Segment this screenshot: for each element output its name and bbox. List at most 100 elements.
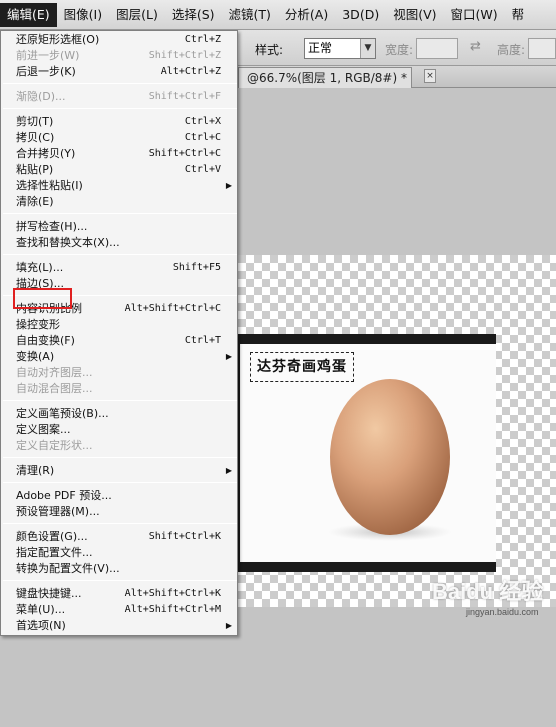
style-label: 样式: (255, 43, 284, 57)
submenu-arrow-icon: ▶ (225, 621, 232, 630)
menu-bar: 编辑(E) 图像(I) 图层(L) 选择(S) 滤镜(T) 分析(A) 3D(D… (0, 0, 556, 30)
width-input[interactable] (416, 38, 458, 59)
menu-item-preferences[interactable]: 首选项(N) ▶ (1, 618, 237, 634)
menu-item-label: 查找和替换文本(X)... (16, 236, 120, 249)
menu-item-define-custom-shape[interactable]: 定义自定形状... (1, 438, 237, 454)
menu-item-copy-merged[interactable]: 合并拷贝(Y) Shift+Ctrl+C (1, 146, 237, 162)
menu-item-label: Adobe PDF 预设... (16, 489, 112, 502)
menu-filter[interactable]: 滤镜(T) (222, 3, 278, 27)
width-label: 宽度: (385, 43, 414, 57)
menu-item-label: 拼写检查(H)... (16, 220, 88, 233)
menu-item-shortcut: Shift+Ctrl+Z (148, 50, 221, 61)
menu-item-label: 自动对齐图层... (16, 366, 93, 379)
menu-item-pdf-presets[interactable]: Adobe PDF 预设... (1, 488, 237, 504)
edit-menu: 还原矩形选框(O) Ctrl+Z 前进一步(W) Shift+Ctrl+Z 后退… (0, 30, 238, 636)
style-select-value: 正常 (308, 41, 333, 55)
menu-item-define-pattern[interactable]: 定义图案... (1, 422, 237, 438)
menu-layer[interactable]: 图层(L) (109, 3, 165, 27)
menu-item-shortcut: Ctrl+X (184, 116, 221, 127)
menu-item-step-forward[interactable]: 前进一步(W) Shift+Ctrl+Z (1, 48, 237, 64)
menu-item-step-backward[interactable]: 后退一步(K) Alt+Ctrl+Z (1, 64, 237, 80)
menu-item-shortcut: Alt+Ctrl+Z (160, 66, 221, 77)
menu-item-puppet-warp[interactable]: 操控变形 (1, 317, 237, 333)
menu-item-label: 自动混合图层... (16, 382, 93, 395)
menu-item-auto-blend[interactable]: 自动混合图层... (1, 381, 237, 397)
watermark-logo: Baidu 经验 (432, 579, 544, 604)
menu-window[interactable]: 窗口(W) (444, 3, 505, 27)
menu-item-label: 前进一步(W) (16, 49, 80, 62)
menu-item-purge[interactable]: 清理(R) ▶ (1, 463, 237, 479)
menu-item-color-settings[interactable]: 颜色设置(G)... Shift+Ctrl+K (1, 529, 237, 545)
menu-item-shortcut: Alt+Shift+Ctrl+C (124, 303, 221, 314)
menu-item-label: 自由变换(F) (16, 334, 75, 347)
menu-item-undo[interactable]: 还原矩形选框(O) Ctrl+Z (1, 32, 237, 48)
menu-view[interactable]: 视图(V) (386, 3, 443, 27)
swap-icon[interactable]: ⇄ (470, 39, 481, 54)
menu-item-shortcut: Shift+F5 (172, 262, 221, 273)
menu-item-find-replace[interactable]: 查找和替换文本(X)... (1, 235, 237, 251)
menu-item-shortcut: Alt+Shift+Ctrl+K (124, 588, 221, 599)
menu-item-shortcut: Ctrl+Z (184, 34, 221, 45)
menu-item-label: 预设管理器(M)... (16, 505, 100, 518)
menu-item-label: 填充(L)... (16, 261, 64, 274)
menu-item-label: 键盘快捷键... (16, 587, 82, 600)
menu-analysis[interactable]: 分析(A) (278, 3, 335, 27)
height-label: 高度: (497, 43, 526, 57)
menu-item-keyboard-shortcuts[interactable]: 键盘快捷键... Alt+Shift+Ctrl+K (1, 586, 237, 602)
menu-item-label: 颜色设置(G)... (16, 530, 88, 543)
menu-item-auto-align[interactable]: 自动对齐图层... (1, 365, 237, 381)
menu-separator (3, 108, 237, 109)
menu-separator (3, 580, 237, 581)
style-select[interactable]: 正常 ▼ (304, 38, 376, 59)
menu-3d[interactable]: 3D(D) (335, 3, 386, 27)
menu-separator (3, 457, 237, 458)
menu-item-transform[interactable]: 变换(A) ▶ (1, 349, 237, 365)
menu-item-shortcut: Shift+Ctrl+F (148, 91, 221, 102)
menu-item-label: 清理(R) (16, 464, 55, 477)
menu-separator (3, 482, 237, 483)
close-icon[interactable]: × (424, 69, 436, 83)
menu-image[interactable]: 图像(I) (57, 3, 109, 27)
menu-item-spell-check[interactable]: 拼写检查(H)... (1, 219, 237, 235)
menu-item-label: 首选项(N) (16, 619, 66, 632)
menu-separator (3, 254, 237, 255)
chevron-down-icon: ▼ (360, 39, 375, 58)
menu-item-convert-profile[interactable]: 转换为配置文件(V)... (1, 561, 237, 577)
menu-item-label: 粘贴(P) (16, 163, 54, 176)
menu-item-fill[interactable]: 填充(L)... Shift+F5 (1, 260, 237, 276)
document-tab[interactable]: @66.7%(图层 1, RGB/8#) * (238, 67, 412, 88)
menu-select[interactable]: 选择(S) (165, 3, 222, 27)
image-title: 达芬奇画鸡蛋 (250, 352, 354, 382)
menu-item-shortcut: Alt+Shift+Ctrl+M (124, 604, 221, 615)
document-tab-title: @66.7%(图层 1, RGB/8#) * (247, 71, 407, 85)
menu-item-shortcut: Ctrl+T (184, 335, 221, 346)
menu-item-shortcut: Shift+Ctrl+C (148, 148, 221, 159)
submenu-arrow-icon: ▶ (225, 181, 232, 190)
menu-item-label: 渐隐(D)... (16, 90, 66, 103)
menu-item-fade[interactable]: 渐隐(D)... Shift+Ctrl+F (1, 89, 237, 105)
menu-item-preset-manager[interactable]: 预设管理器(M)... (1, 504, 237, 520)
menu-item-label: 转换为配置文件(V)... (16, 562, 120, 575)
menu-item-copy[interactable]: 拷贝(C) Ctrl+C (1, 130, 237, 146)
fill-highlight-box (13, 288, 72, 309)
menu-help[interactable]: 帮 (505, 3, 532, 27)
height-input[interactable] (528, 38, 556, 59)
submenu-arrow-icon: ▶ (225, 352, 232, 361)
menu-item-paste[interactable]: 粘贴(P) Ctrl+V (1, 162, 237, 178)
egg-photo: 达芬奇画鸡蛋 (240, 344, 496, 562)
menu-item-label: 操控变形 (16, 318, 60, 331)
menu-item-cut[interactable]: 剪切(T) Ctrl+X (1, 114, 237, 130)
menu-item-assign-profile[interactable]: 指定配置文件... (1, 545, 237, 561)
document-tab-bar: @66.7%(图层 1, RGB/8#) * × (238, 66, 556, 88)
menu-separator (3, 213, 237, 214)
menu-item-label: 清除(E) (16, 195, 54, 208)
menu-edit[interactable]: 编辑(E) (0, 2, 57, 27)
menu-item-clear[interactable]: 清除(E) (1, 194, 237, 210)
menu-item-label: 定义画笔预设(B)... (16, 407, 109, 420)
menu-item-free-transform[interactable]: 自由变换(F) Ctrl+T (1, 333, 237, 349)
watermark: Baidu 经验 jingyan.baidu.com (420, 568, 556, 628)
menu-item-paste-special[interactable]: 选择性粘贴(I) ▶ (1, 178, 237, 194)
menu-item-define-brush[interactable]: 定义画笔预设(B)... (1, 406, 237, 422)
menu-item-menus[interactable]: 菜单(U)... Alt+Shift+Ctrl+M (1, 602, 237, 618)
menu-item-label: 合并拷贝(Y) (16, 147, 76, 160)
